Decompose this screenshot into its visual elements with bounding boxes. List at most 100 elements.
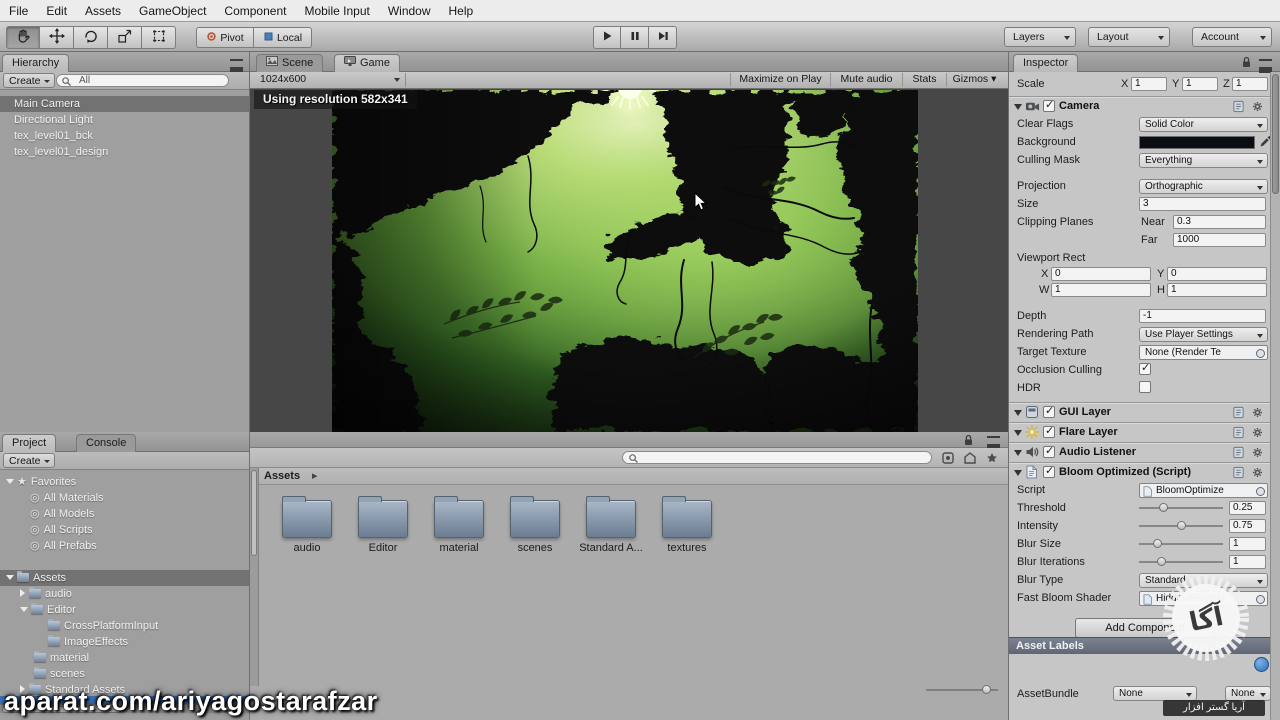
gui-layer-header[interactable]: GUI Layer bbox=[1009, 402, 1271, 421]
maximize-on-play-button[interactable]: Maximize on Play bbox=[730, 73, 830, 87]
menu-file[interactable]: File bbox=[0, 1, 37, 21]
favorite-all-prefabs[interactable]: ◎ All Prefabs bbox=[0, 538, 249, 554]
favorite-all-models[interactable]: ◎ All Models bbox=[0, 506, 249, 522]
tree-item-imageeffects[interactable]: ImageEffects bbox=[0, 634, 249, 650]
viewport-h-field[interactable]: 1 bbox=[1167, 283, 1267, 297]
bloom-component-header[interactable]: Bloom Optimized (Script) bbox=[1009, 462, 1271, 481]
audio-listener-enabled-checkbox[interactable] bbox=[1043, 444, 1055, 458]
tree-item-assets[interactable]: Assets bbox=[0, 570, 249, 586]
slider-thumb[interactable] bbox=[1159, 503, 1168, 512]
zoom-slider-thumb[interactable] bbox=[982, 685, 991, 694]
assets-vscrollbar[interactable] bbox=[250, 468, 259, 686]
assetbundle-variant-dropdown[interactable]: None bbox=[1225, 686, 1271, 701]
play-button[interactable] bbox=[593, 26, 621, 49]
tab-console[interactable]: Console bbox=[76, 434, 137, 452]
gizmos-dropdown[interactable]: Gizmos ▾ bbox=[946, 73, 1002, 87]
bloom-script-field[interactable]: BloomOptimize bbox=[1139, 483, 1268, 498]
menu-window[interactable]: Window bbox=[379, 1, 440, 21]
favorites-root[interactable]: ★ Favorites bbox=[0, 474, 249, 490]
tab-scene[interactable]: Scene bbox=[256, 54, 324, 72]
fold-open-icon[interactable] bbox=[1014, 450, 1022, 456]
inspector-menu-icon[interactable] bbox=[1259, 59, 1272, 67]
asset-folder-textures[interactable]: textures bbox=[651, 494, 723, 554]
rendering-path-dropdown[interactable]: Use Player Settings bbox=[1139, 327, 1268, 342]
layout-dropdown[interactable]: Layout bbox=[1088, 27, 1170, 47]
depth-field[interactable]: -1 bbox=[1139, 309, 1266, 323]
asset-folder-audio[interactable]: audio bbox=[271, 494, 343, 554]
favorite-all-materials[interactable]: ◎ All Materials bbox=[0, 490, 249, 506]
tree-item-audio[interactable]: audio bbox=[0, 586, 249, 602]
asset-folder-scenes[interactable]: scenes bbox=[499, 494, 571, 554]
threshold-slider[interactable] bbox=[1139, 501, 1223, 515]
rotate-tool-button[interactable] bbox=[74, 26, 108, 49]
gear-icon[interactable] bbox=[1251, 406, 1264, 422]
menu-help[interactable]: Help bbox=[440, 1, 483, 21]
hierarchy-item-tex-level01-bck[interactable]: tex_level01_bck bbox=[0, 128, 249, 144]
menu-gameobject[interactable]: GameObject bbox=[130, 1, 215, 21]
help-icon[interactable] bbox=[1232, 100, 1245, 116]
saved-search-icon[interactable] bbox=[986, 452, 998, 467]
scale-y-field[interactable]: 1 bbox=[1182, 77, 1218, 91]
tree-item-material[interactable]: material bbox=[0, 650, 249, 666]
hierarchy-item-tex-level01-design[interactable]: tex_level01_design bbox=[0, 144, 249, 160]
tab-hierarchy[interactable]: Hierarchy bbox=[2, 54, 70, 72]
asset-folder-material[interactable]: material bbox=[423, 494, 495, 554]
far-field[interactable]: 1000 bbox=[1173, 233, 1266, 247]
intensity-field[interactable]: 0.75 bbox=[1229, 519, 1266, 533]
menu-edit[interactable]: Edit bbox=[37, 1, 76, 21]
lock-icon[interactable] bbox=[963, 434, 974, 449]
tab-inspector[interactable]: Inspector bbox=[1013, 54, 1079, 72]
stats-button[interactable]: Stats bbox=[902, 73, 946, 87]
target-texture-field[interactable]: None (Render Te bbox=[1139, 345, 1268, 360]
scale-z-field[interactable]: 1 bbox=[1232, 77, 1268, 91]
favorite-all-scripts[interactable]: ◎ All Scripts bbox=[0, 522, 249, 538]
step-button[interactable] bbox=[649, 26, 677, 49]
pivot-toggle-button[interactable]: Pivot bbox=[196, 27, 254, 48]
aspect-ratio-dropdown[interactable]: 1024x600 bbox=[254, 73, 406, 87]
rect-tool-button[interactable] bbox=[142, 26, 176, 49]
tab-project[interactable]: Project bbox=[2, 434, 57, 452]
gear-icon[interactable] bbox=[1251, 446, 1264, 462]
tree-item-scenes[interactable]: scenes bbox=[0, 666, 249, 682]
mute-audio-button[interactable]: Mute audio bbox=[830, 73, 902, 87]
asset-folder-editor[interactable]: Editor bbox=[347, 494, 419, 554]
breadcrumb[interactable]: Assets bbox=[264, 468, 300, 484]
sprite-filter-icon[interactable] bbox=[942, 452, 954, 467]
inspector-scrollbar-thumb[interactable] bbox=[1272, 74, 1279, 194]
blur-size-field[interactable]: 1 bbox=[1229, 537, 1266, 551]
scale-x-field[interactable]: 1 bbox=[1131, 77, 1167, 91]
hierarchy-search-input[interactable]: All bbox=[56, 74, 229, 87]
gear-icon[interactable] bbox=[1251, 466, 1264, 482]
near-field[interactable]: 0.3 bbox=[1173, 215, 1266, 229]
flare-layer-header[interactable]: Flare Layer bbox=[1009, 422, 1271, 441]
occlusion-culling-checkbox[interactable] bbox=[1139, 361, 1151, 375]
clear-flags-dropdown[interactable]: Solid Color bbox=[1139, 117, 1268, 132]
assets-search-input[interactable] bbox=[622, 451, 932, 464]
inspector-scrollbar[interactable] bbox=[1270, 72, 1280, 720]
blur-size-slider[interactable] bbox=[1139, 537, 1223, 551]
intensity-slider[interactable] bbox=[1139, 519, 1223, 533]
fold-open-icon[interactable] bbox=[1014, 104, 1022, 110]
hierarchy-item-directional-light[interactable]: Directional Light bbox=[0, 112, 249, 128]
lock-icon[interactable] bbox=[1241, 56, 1252, 71]
size-field[interactable]: 3 bbox=[1139, 197, 1266, 211]
audio-listener-header[interactable]: Audio Listener bbox=[1009, 442, 1271, 461]
help-icon[interactable] bbox=[1232, 446, 1245, 462]
camera-enabled-checkbox[interactable] bbox=[1043, 98, 1055, 112]
menu-component[interactable]: Component bbox=[215, 1, 295, 21]
hierarchy-item-main-camera[interactable]: Main Camera bbox=[0, 96, 249, 112]
hand-tool-button[interactable] bbox=[6, 26, 40, 49]
gear-icon[interactable] bbox=[1251, 426, 1264, 442]
fold-open-icon[interactable] bbox=[1014, 410, 1022, 416]
assets-vscrollbar-thumb[interactable] bbox=[251, 470, 257, 556]
tree-item-editor[interactable]: Editor bbox=[0, 602, 249, 618]
fold-open-icon[interactable] bbox=[1014, 430, 1022, 436]
menu-mobile-input[interactable]: Mobile Input bbox=[295, 1, 378, 21]
camera-component-header[interactable]: Camera bbox=[1009, 96, 1271, 115]
bloom-enabled-checkbox[interactable] bbox=[1043, 464, 1055, 478]
threshold-field[interactable]: 0.25 bbox=[1229, 501, 1266, 515]
help-icon[interactable] bbox=[1232, 406, 1245, 422]
viewport-w-field[interactable]: 1 bbox=[1051, 283, 1151, 297]
tree-item-crossplatforminput[interactable]: CrossPlatformInput bbox=[0, 618, 249, 634]
background-color-swatch[interactable] bbox=[1139, 136, 1255, 149]
